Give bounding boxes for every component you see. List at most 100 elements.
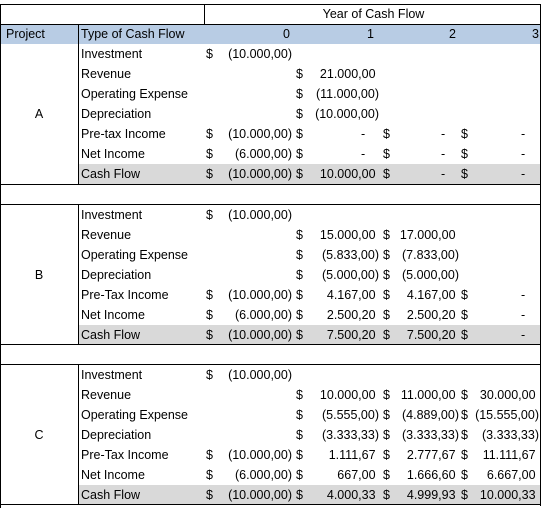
year-1-header[interactable]: 1 xyxy=(296,25,374,44)
year-2-value-cell[interactable] xyxy=(383,365,459,385)
year-2-value-cell[interactable] xyxy=(383,44,459,64)
year-3-value-cell[interactable]: $ - xyxy=(461,164,539,184)
year-2-header[interactable]: 2 xyxy=(383,25,456,44)
year-3-value-cell[interactable] xyxy=(461,225,539,245)
year-3-value-cell[interactable]: $ - xyxy=(461,144,539,164)
cash-flow-type-cell[interactable]: Net Income xyxy=(80,465,205,485)
year-2-value-cell[interactable]: $ 1.666,60 xyxy=(383,465,459,485)
year-1-value-cell[interactable]: $ (5.833,00) xyxy=(296,245,379,265)
year-2-value-cell[interactable]: $ (3.333,33) xyxy=(383,425,459,445)
cash-flow-type-cell[interactable]: Operating Expense xyxy=(80,405,205,425)
year-0-value-cell[interactable]: $ (10.000,00) xyxy=(206,44,292,64)
cash-flow-type-cell[interactable]: Investment xyxy=(80,205,205,225)
year-3-value-cell[interactable]: $ - xyxy=(461,305,539,325)
year-0-value-cell[interactable]: $ (10.000,00) xyxy=(206,124,292,144)
type-column-header[interactable]: Type of Cash Flow xyxy=(80,25,185,44)
year-0-value-cell[interactable]: $ (6.000,00) xyxy=(206,144,292,164)
year-3-value-cell[interactable]: $ - xyxy=(461,285,539,305)
year-1-value-cell[interactable]: $ (11.000,00) xyxy=(296,84,379,104)
year-0-value-cell[interactable]: $ (6.000,00) xyxy=(206,305,292,325)
year-3-value-cell[interactable]: $ (3.333,33) xyxy=(461,425,539,445)
cash-flow-type-cell[interactable]: Pre-tax Income xyxy=(80,124,205,144)
year-0-header[interactable]: 0 xyxy=(206,25,290,44)
year-2-value-cell[interactable] xyxy=(383,84,459,104)
year-2-value-cell[interactable]: $ - xyxy=(383,124,459,144)
year-3-value-cell[interactable]: $ - xyxy=(461,124,539,144)
cash-flow-type-cell[interactable]: Operating Expense xyxy=(80,84,205,104)
year-2-value-cell[interactable]: $ (7.833,00) xyxy=(383,245,459,265)
year-3-value-cell[interactable] xyxy=(461,245,539,265)
year-3-value-cell[interactable] xyxy=(461,104,539,124)
year-1-value-cell[interactable] xyxy=(296,365,379,385)
cash-flow-type-cell[interactable]: Pre-Tax Income xyxy=(80,285,205,305)
year-0-value-cell[interactable] xyxy=(206,265,292,285)
year-3-value-cell[interactable]: $ 10.000,33 xyxy=(461,485,539,505)
year-3-value-cell[interactable]: $ (15.555,00) xyxy=(461,405,539,425)
year-3-value-cell[interactable] xyxy=(461,205,539,225)
year-0-value-cell[interactable] xyxy=(206,84,292,104)
year-0-value-cell[interactable]: $ (10.000,00) xyxy=(206,445,292,465)
year-1-value-cell[interactable]: $ 21.000,00 xyxy=(296,64,379,84)
year-3-value-cell[interactable] xyxy=(461,265,539,285)
year-0-value-cell[interactable]: $ (10.000,00) xyxy=(206,205,292,225)
year-3-value-cell[interactable]: $ - xyxy=(461,325,539,345)
year-3-value-cell[interactable] xyxy=(461,365,539,385)
year-1-value-cell[interactable]: $ 2.500,20 xyxy=(296,305,379,325)
year-0-value-cell[interactable]: $ (10.000,00) xyxy=(206,485,292,505)
year-1-value-cell[interactable]: $ (10.000,00) xyxy=(296,104,379,124)
year-2-value-cell[interactable]: $ 2.777,67 xyxy=(383,445,459,465)
cash-flow-type-cell[interactable]: Investment xyxy=(80,365,205,385)
year-1-value-cell[interactable]: $ 7.500,20 xyxy=(296,325,379,345)
year-1-value-cell[interactable]: $ 10.000,00 xyxy=(296,164,379,184)
year-2-value-cell[interactable]: $17.000,00 xyxy=(383,225,459,245)
year-0-value-cell[interactable] xyxy=(206,405,292,425)
year-3-value-cell[interactable]: $ 30.000,00 xyxy=(461,385,539,405)
cash-flow-type-cell[interactable]: Depreciation xyxy=(80,104,205,124)
year-3-header[interactable]: 3 xyxy=(461,25,539,44)
year-3-value-cell[interactable] xyxy=(461,64,539,84)
cash-flow-type-cell[interactable]: Net Income xyxy=(80,305,205,325)
year-3-value-cell[interactable] xyxy=(461,84,539,104)
cash-flow-type-cell[interactable]: Depreciation xyxy=(80,265,205,285)
year-2-value-cell[interactable]: $ (5.000,00) xyxy=(383,265,459,285)
year-0-value-cell[interactable]: $ (10.000,00) xyxy=(206,325,292,345)
year-1-value-cell[interactable]: $ (5.000,00) xyxy=(296,265,379,285)
year-1-value-cell[interactable]: $ 4.167,00 xyxy=(296,285,379,305)
year-0-value-cell[interactable]: $ (6.000,00) xyxy=(206,465,292,485)
year-2-value-cell[interactable]: $ - xyxy=(383,164,459,184)
year-3-value-cell[interactable] xyxy=(461,44,539,64)
year-0-value-cell[interactable] xyxy=(206,64,292,84)
cash-flow-type-cell[interactable]: Net Income xyxy=(80,144,205,164)
year-1-value-cell[interactable]: $ - xyxy=(296,124,379,144)
cash-flow-type-cell[interactable]: Operating Expense xyxy=(80,245,205,265)
year-0-value-cell[interactable]: $ (10.000,00) xyxy=(206,164,292,184)
year-1-value-cell[interactable]: $ - xyxy=(296,144,379,164)
year-2-value-cell[interactable]: $ 4.167,00 xyxy=(383,285,459,305)
year-2-value-cell[interactable] xyxy=(383,64,459,84)
year-1-value-cell[interactable]: $ 4.000,33 xyxy=(296,485,379,505)
year-1-value-cell[interactable] xyxy=(296,205,379,225)
cash-flow-type-cell[interactable]: Revenue xyxy=(80,64,205,84)
cash-flow-type-cell[interactable]: Investment xyxy=(80,44,205,64)
year-2-value-cell[interactable]: $ (4.889,00) xyxy=(383,405,459,425)
year-0-value-cell[interactable] xyxy=(206,385,292,405)
year-0-value-cell[interactable] xyxy=(206,245,292,265)
year-1-value-cell[interactable]: $ (5.555,00) xyxy=(296,405,379,425)
year-2-value-cell[interactable]: $ - xyxy=(383,144,459,164)
year-2-value-cell[interactable] xyxy=(383,104,459,124)
cash-flow-type-cell[interactable]: Cash Flow xyxy=(80,164,205,184)
year-3-value-cell[interactable]: $ 11.111,67 xyxy=(461,445,539,465)
year-1-value-cell[interactable]: $ (3.333,33) xyxy=(296,425,379,445)
year-1-value-cell[interactable]: $ 667,00 xyxy=(296,465,379,485)
year-0-value-cell[interactable] xyxy=(206,104,292,124)
year-1-value-cell[interactable]: $ 15.000,00 xyxy=(296,225,379,245)
year-3-value-cell[interactable]: $ 6.667,00 xyxy=(461,465,539,485)
project-column-header[interactable]: Project xyxy=(6,25,45,44)
year-2-value-cell[interactable]: $11.000,00 xyxy=(383,385,459,405)
year-2-value-cell[interactable]: $ 2.500,20 xyxy=(383,305,459,325)
year-0-value-cell[interactable] xyxy=(206,225,292,245)
cash-flow-type-cell[interactable]: Cash Flow xyxy=(80,485,205,505)
year-0-value-cell[interactable]: $ (10.000,00) xyxy=(206,365,292,385)
cash-flow-type-cell[interactable]: Revenue xyxy=(80,385,205,405)
year-2-value-cell[interactable]: $ 7.500,20 xyxy=(383,325,459,345)
